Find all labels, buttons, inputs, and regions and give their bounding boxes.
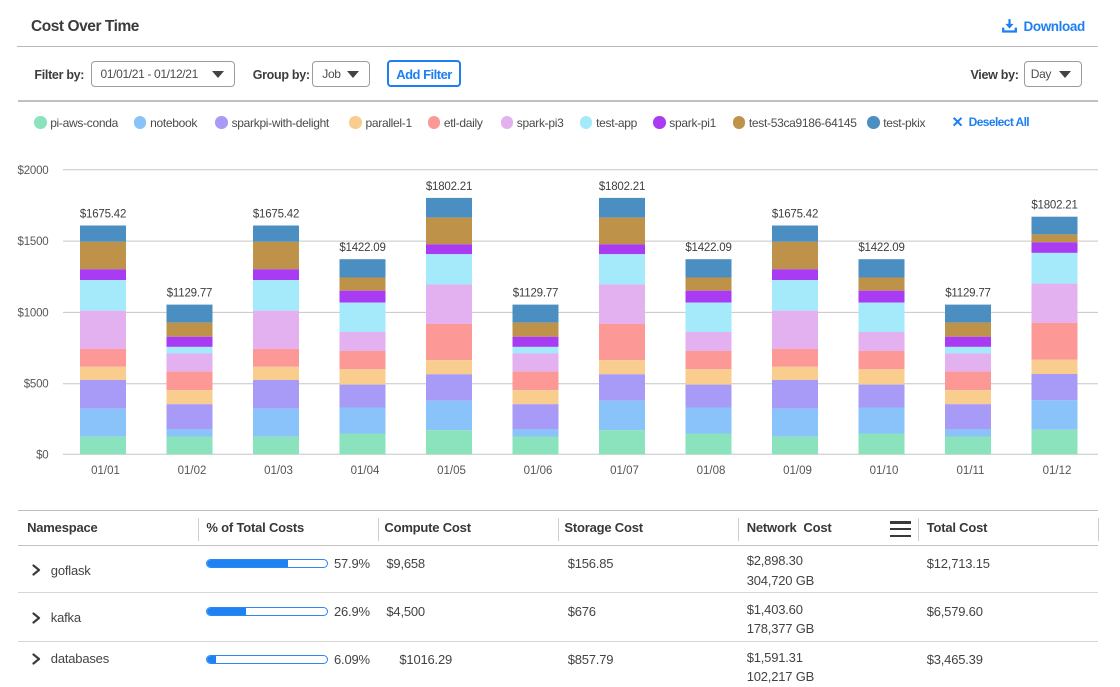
svg-text:01/01: 01/01 xyxy=(91,465,120,477)
svg-text:$1500: $1500 xyxy=(18,236,49,248)
svg-text:$1422.09: $1422.09 xyxy=(858,242,904,254)
svg-text:01/03: 01/03 xyxy=(264,465,293,477)
svg-text:$1422.09: $1422.09 xyxy=(685,242,731,254)
svg-text:$1422.09: $1422.09 xyxy=(339,242,385,254)
svg-text:$1129.77: $1129.77 xyxy=(513,288,559,300)
svg-text:$1675.42: $1675.42 xyxy=(772,209,818,221)
svg-text:$1129.77: $1129.77 xyxy=(945,288,991,300)
svg-text:$1129.77: $1129.77 xyxy=(167,288,213,300)
svg-text:$1675.42: $1675.42 xyxy=(80,209,126,221)
svg-text:$1802.21: $1802.21 xyxy=(426,181,472,193)
svg-text:$1802.21: $1802.21 xyxy=(1031,200,1077,212)
svg-text:01/09: 01/09 xyxy=(783,465,812,477)
svg-text:01/10: 01/10 xyxy=(870,465,899,477)
svg-text:01/07: 01/07 xyxy=(610,465,639,477)
svg-text:01/02: 01/02 xyxy=(178,465,207,477)
svg-text:$1802.21: $1802.21 xyxy=(599,181,645,193)
svg-text:$1000: $1000 xyxy=(18,307,49,319)
svg-text:$0: $0 xyxy=(36,449,48,461)
svg-text:$2000: $2000 xyxy=(18,165,49,177)
svg-text:01/08: 01/08 xyxy=(697,465,726,477)
svg-text:01/05: 01/05 xyxy=(437,465,466,477)
svg-text:01/06: 01/06 xyxy=(524,465,553,477)
svg-text:01/04: 01/04 xyxy=(351,465,380,477)
svg-text:$500: $500 xyxy=(24,379,49,391)
svg-text:01/11: 01/11 xyxy=(957,465,985,477)
svg-text:01/12: 01/12 xyxy=(1043,465,1072,477)
svg-text:$1675.42: $1675.42 xyxy=(253,209,299,221)
